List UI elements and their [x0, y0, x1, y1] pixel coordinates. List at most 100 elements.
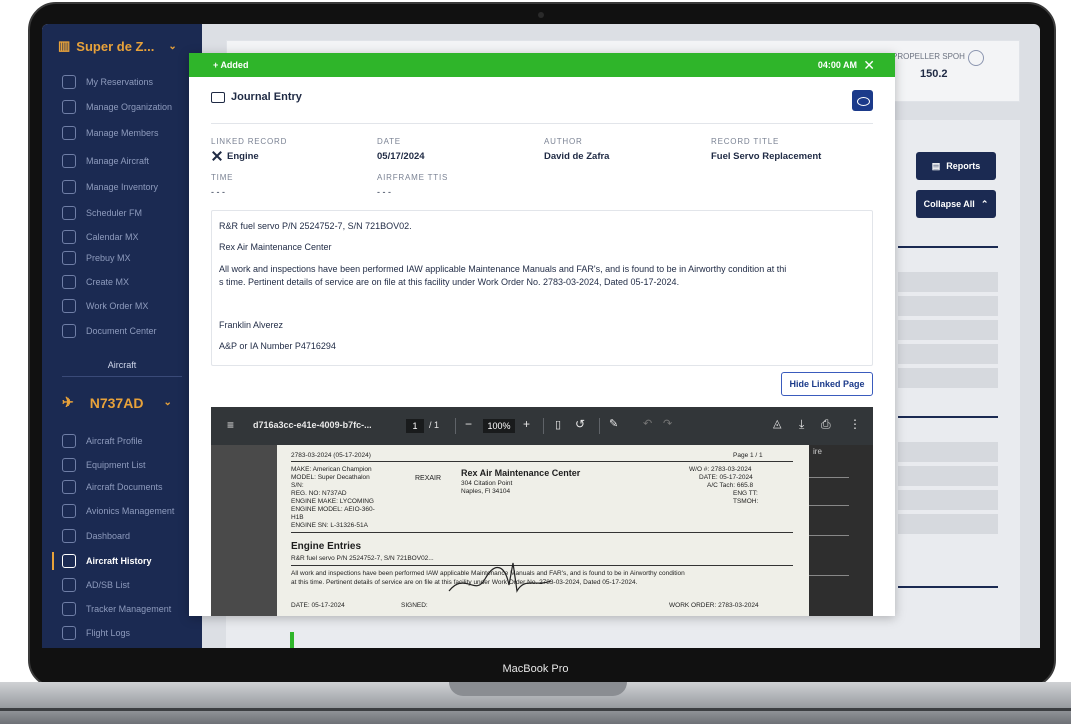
- table-row: [898, 296, 998, 316]
- section-label-aircraft: Aircraft: [107, 360, 137, 370]
- avionics-icon: [62, 504, 76, 518]
- history-icon: [62, 554, 76, 568]
- zoom-level[interactable]: 100%: [483, 419, 515, 433]
- journal-entry-modal: + Added 04:00 AM ✕ Journal Entry LINKED …: [189, 53, 895, 616]
- sidebar-item-tracker-management[interactable]: Tracker Management: [62, 601, 171, 617]
- calendar-icon: [62, 230, 76, 244]
- sidebar-item-manage-members[interactable]: Manage Members: [62, 125, 159, 141]
- tools-icon: [211, 150, 223, 162]
- org-switcher[interactable]: ▥ Super de Z... ⌄: [58, 38, 177, 54]
- doc-text: Naples, Fl 34104: [461, 488, 511, 495]
- sidebar-item-calendar-mx[interactable]: Calendar MX: [62, 229, 139, 245]
- aircraft-switcher[interactable]: ✈ N737AD ⌄: [62, 394, 172, 411]
- sidebar-item-label: Scheduler FM: [86, 208, 143, 218]
- page-number-input[interactable]: 1: [406, 419, 424, 433]
- airframe-ttis-value: - - -: [377, 187, 391, 197]
- entry-line: All work and inspections have been perfo…: [219, 264, 787, 274]
- sidebar-item-scheduler-fm[interactable]: Scheduler FM: [62, 205, 142, 221]
- chevron-up-icon: ⌃: [980, 198, 989, 209]
- sidebar-item-label: Manage Inventory: [86, 182, 159, 192]
- sidebar-item-document-center[interactable]: Document Center: [62, 323, 157, 339]
- chevron-down-icon: ⌄: [168, 40, 177, 52]
- gauge-icon: [968, 50, 984, 66]
- sidebar-item-dashboard[interactable]: Dashboard: [62, 528, 130, 544]
- organization-icon: [62, 100, 76, 114]
- doc-text: ENGINE MODEL: AEIO-360-: [291, 506, 375, 513]
- pdf-toolbar: ≡ d716a3cc-e41e-4009-b7fc-... 1 / 1 − 10…: [211, 407, 873, 445]
- sidebar-item-manage-aircraft[interactable]: Manage Aircraft: [62, 153, 149, 169]
- linked-record-value[interactable]: Engine: [211, 150, 259, 162]
- table-row: [898, 514, 998, 534]
- hide-linked-page-button[interactable]: Hide Linked Page: [781, 372, 873, 396]
- sidebar-item-manage-inventory[interactable]: Manage Inventory: [62, 179, 158, 195]
- author-value: David de Zafra: [544, 151, 610, 162]
- menu-icon[interactable]: ≡: [227, 418, 234, 432]
- date-label: DATE: [377, 137, 401, 146]
- sidebar-item-aircraft-history[interactable]: Aircraft History: [62, 553, 152, 569]
- reports-button[interactable]: ▤ Reports: [916, 152, 996, 180]
- drive-icon[interactable]: ◬: [773, 417, 781, 430]
- reservations-icon: [62, 75, 76, 89]
- sidebar-item-label: Calendar MX: [86, 232, 139, 242]
- sidebar-item-avionics-management[interactable]: Avionics Management: [62, 503, 174, 519]
- rotate-icon[interactable]: ↺: [575, 417, 585, 431]
- building-icon: ▥: [58, 38, 71, 53]
- view-button[interactable]: [852, 90, 873, 111]
- sidebar-item-flight-logs[interactable]: Flight Logs: [62, 625, 130, 641]
- doc-text: DATE: 05-17-2024: [699, 474, 753, 481]
- undo-icon[interactable]: ↶: [643, 417, 652, 430]
- sidebar-item-label: Tracker Management: [86, 604, 172, 614]
- collapse-all-button[interactable]: Collapse All ⌃: [916, 190, 996, 218]
- sidebar-item-create-mx[interactable]: Create MX: [62, 274, 129, 290]
- toast-added: + Added: [213, 60, 249, 70]
- airplane-icon: ✈: [62, 394, 74, 410]
- sidebar-item-label: Prebuy MX: [86, 253, 131, 263]
- sidebar-item-manage-organization[interactable]: Manage Organization: [62, 99, 172, 115]
- toast-label: Added: [220, 60, 249, 70]
- table-row: [898, 442, 998, 462]
- more-icon[interactable]: ⋮: [849, 417, 861, 431]
- doc-text: 304 Citation Point: [461, 480, 513, 487]
- divider: [62, 376, 182, 377]
- entry-line: A&P or IA Number P4716294: [219, 341, 336, 351]
- entry-line: R&R fuel servo P/N 2524752-7, S/N 721BOV…: [219, 221, 412, 231]
- annotate-icon[interactable]: ✎: [609, 417, 618, 430]
- doc-text: MODEL: Super Decathalon: [291, 474, 370, 481]
- sidebar-item-my-reservations[interactable]: My Reservations: [62, 74, 153, 90]
- close-icon[interactable]: ✕: [863, 57, 875, 74]
- doc-text: Page 1 / 1: [733, 452, 763, 459]
- doc-rule: [291, 461, 793, 462]
- sidebar-item-prebuy-mx[interactable]: Prebuy MX: [62, 250, 131, 266]
- dashboard-icon: [62, 529, 76, 543]
- sidebar-item-aircraft-documents[interactable]: Aircraft Documents: [62, 479, 163, 495]
- table-row: [898, 344, 998, 364]
- record-title-label: RECORD TITLE: [711, 137, 780, 146]
- divider: [455, 418, 456, 434]
- list-icon: [62, 578, 76, 592]
- date-value: 05/17/2024: [377, 151, 425, 162]
- print-icon[interactable]: ⎙: [821, 417, 831, 432]
- sidebar-item-work-order-mx[interactable]: Work Order MX: [62, 298, 148, 314]
- sidebar-item-equipment-list[interactable]: Equipment List: [62, 457, 146, 473]
- fit-page-icon[interactable]: ▯: [555, 418, 561, 431]
- zoom-out-icon[interactable]: −: [465, 417, 472, 431]
- doc-text: REG. NO: N737AD: [291, 490, 347, 497]
- camera-icon: [538, 12, 544, 18]
- entry-line: Rex Air Maintenance Center: [219, 242, 332, 252]
- chevron-down-icon: ⌄: [163, 397, 172, 408]
- zoom-in-icon[interactable]: +: [523, 417, 530, 431]
- doc-heading: Rex Air Maintenance Center: [461, 468, 581, 478]
- warehouse-icon: [62, 180, 76, 194]
- doc-text: DATE: 05-17-2024: [291, 602, 345, 609]
- sidebar-item-aircraft-profile[interactable]: Aircraft Profile: [62, 433, 143, 449]
- download-icon[interactable]: ⤓: [799, 417, 804, 432]
- sidebar-item-ad-sb-list[interactable]: AD/SB List: [62, 577, 130, 593]
- table-row: [898, 490, 998, 510]
- divider: [898, 416, 998, 418]
- pdf-page: 2783-03-2024 (05-17-2024) Page 1 / 1 MAK…: [277, 445, 809, 616]
- record-title-value: Fuel Servo Replacement: [711, 151, 822, 162]
- sidebar-item-label: Manage Organization: [86, 102, 173, 112]
- airplane-icon: [62, 434, 76, 448]
- screen: ▥ Super de Z... ⌄ My Reservations Manage…: [42, 24, 1040, 648]
- redo-icon[interactable]: ↷: [663, 417, 672, 430]
